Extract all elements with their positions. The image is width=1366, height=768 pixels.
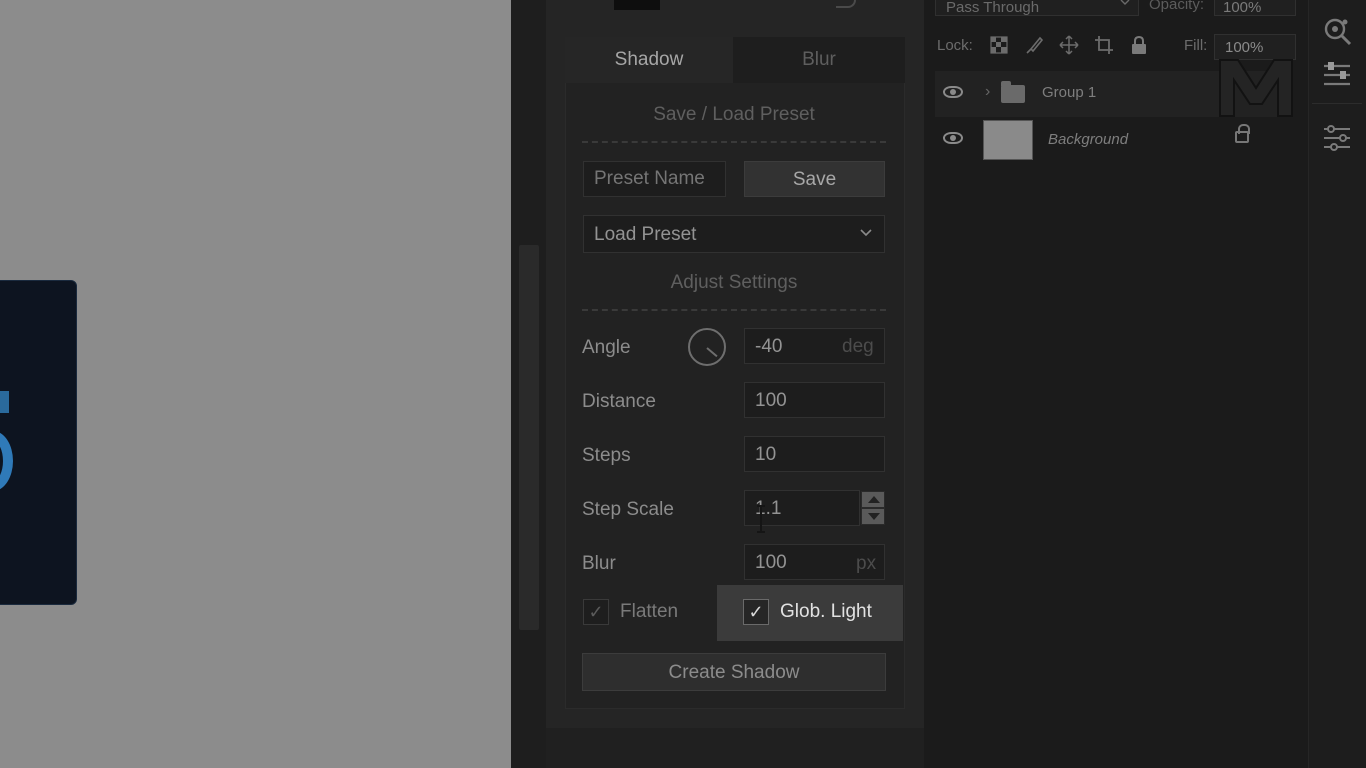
preset-name-input[interactable]	[583, 161, 726, 197]
load-preset-label: Load Preset	[594, 224, 697, 245]
layer-name: Group 1	[1042, 84, 1097, 101]
angle-unit: deg	[842, 336, 874, 357]
fill-label: Fill:	[1184, 37, 1208, 54]
layer-name: Background	[1048, 131, 1129, 148]
text-cursor-icon	[757, 505, 765, 533]
adjust-settings-heading: Adjust Settings	[670, 272, 798, 293]
layer-thumbnail	[983, 120, 1033, 160]
create-shadow-button[interactable]: Create Shadow	[582, 653, 886, 691]
adjustments-sliders-icon[interactable]	[1320, 58, 1354, 92]
step-scale-label: Step Scale	[582, 499, 674, 520]
properties-icon[interactable]	[1320, 122, 1354, 156]
lock-transparent-pixels-icon[interactable]	[989, 35, 1009, 55]
step-scale-increment-button[interactable]	[861, 491, 885, 508]
steps-value: 10	[755, 444, 777, 465]
opacity-label: Opacity:	[1149, 0, 1205, 13]
load-preset-select[interactable]: Load Preset	[583, 215, 885, 253]
layer-lock-icon	[1235, 124, 1250, 143]
flatten-label: Flatten	[620, 601, 679, 622]
step-scale-value: 1.1	[755, 498, 782, 519]
visibility-eye-icon[interactable]	[943, 86, 963, 98]
arrow-down-icon	[868, 513, 880, 520]
channel-watermark-logo	[1219, 59, 1293, 117]
lock-artboard-icon[interactable]	[1094, 35, 1114, 55]
chevron-right-icon[interactable]: ›	[985, 83, 990, 101]
tab-shadow[interactable]: Shadow	[565, 37, 733, 83]
learn-icon[interactable]	[1320, 14, 1354, 48]
right-toolbar	[1308, 0, 1366, 768]
blend-mode-value: Pass Through	[946, 0, 1040, 16]
section-divider	[582, 141, 886, 143]
chevron-down-icon	[1120, 0, 1130, 5]
lock-all-icon[interactable]	[1129, 35, 1149, 55]
chevron-down-icon	[860, 229, 872, 237]
document-canvas[interactable]	[0, 0, 511, 768]
toolbar-divider	[1312, 103, 1362, 104]
blur-value: 100	[755, 552, 787, 573]
distance-value: 100	[755, 390, 787, 411]
steps-label: Steps	[582, 445, 631, 466]
angle-label: Angle	[582, 337, 631, 358]
section-divider	[582, 309, 886, 311]
lock-position-icon[interactable]	[1059, 35, 1079, 55]
step-scale-decrement-button[interactable]	[861, 508, 885, 525]
blend-mode-select[interactable]: Pass Through	[935, 0, 1139, 16]
arrow-up-icon	[868, 496, 880, 503]
lock-image-pixels-icon[interactable]	[1024, 35, 1044, 55]
distance-input[interactable]: 100	[744, 382, 885, 418]
visibility-eye-icon[interactable]	[943, 132, 963, 144]
angle-value: -40	[755, 336, 783, 357]
glob-light-label[interactable]: Glob. Light	[780, 601, 872, 623]
glob-light-checkbox[interactable]: ✓	[743, 599, 769, 625]
plugin-logo	[614, 0, 660, 10]
document-artwork	[0, 280, 77, 605]
opacity-input[interactable]: 100%	[1214, 0, 1296, 16]
save-preset-button[interactable]: Save	[744, 161, 885, 197]
save-load-preset-heading: Save / Load Preset	[653, 104, 815, 125]
artwork-glyph	[0, 391, 9, 413]
steps-input[interactable]: 10	[744, 436, 885, 472]
blur-label: Blur	[582, 553, 616, 574]
layer-row-background[interactable]: Background	[935, 117, 1280, 163]
tab-blur[interactable]: Blur	[733, 37, 905, 83]
lock-label: Lock:	[937, 37, 973, 54]
angle-dial[interactable]	[688, 328, 726, 366]
flatten-checkbox[interactable]: ✓	[583, 599, 609, 625]
plugin-panel-footer	[546, 728, 924, 768]
opacity-value: 100%	[1223, 0, 1262, 16]
artwork-glyph	[0, 431, 13, 491]
canvas-scrollbar[interactable]	[519, 245, 539, 630]
blur-unit: px	[856, 553, 877, 574]
distance-label: Distance	[582, 391, 656, 412]
folder-icon	[1001, 81, 1025, 103]
